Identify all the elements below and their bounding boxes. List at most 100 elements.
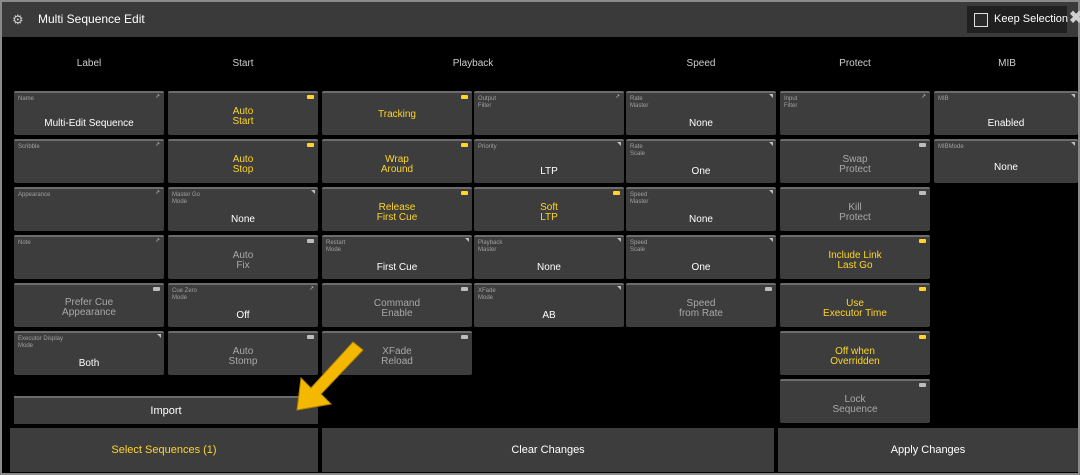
name-field-label: Name bbox=[18, 96, 35, 102]
cue-zero-mode-label: Cue Zero Mode bbox=[172, 288, 198, 301]
master-go-mode-value: None bbox=[231, 214, 255, 225]
corner-icon: ↗ bbox=[154, 190, 160, 196]
sequence-icon: ⚙ bbox=[12, 12, 24, 27]
playback-master-label: Playback Master bbox=[478, 240, 503, 253]
mib-label: MIB bbox=[938, 96, 949, 102]
wrap-around-label: Wrap Around bbox=[380, 154, 414, 175]
auto-fix-label: Auto Fix bbox=[232, 250, 254, 271]
dropdown-icon bbox=[1071, 142, 1075, 146]
corner-icon: ↗ bbox=[154, 142, 160, 148]
command-enable-button[interactable]: Command Enable bbox=[322, 283, 472, 327]
wrap-around-button[interactable]: Wrap Around bbox=[322, 139, 472, 183]
speed-from-rate-label: Speed from Rate bbox=[679, 298, 723, 319]
command-enable-label: Command Enable bbox=[373, 298, 421, 319]
master-go-mode-field[interactable]: Master Go Mode None bbox=[168, 187, 318, 231]
arrow-icon bbox=[296, 341, 364, 411]
priority-field[interactable]: Priority LTP bbox=[474, 139, 624, 183]
prefer-cue-appearance-button[interactable]: Prefer Cue Appearance bbox=[14, 283, 164, 327]
rate-scale-value: One bbox=[691, 166, 711, 177]
use-executor-time-label: Use Executor Time bbox=[823, 298, 887, 319]
dropdown-icon bbox=[617, 142, 621, 146]
rate-scale-field[interactable]: Rate Scale One bbox=[626, 139, 776, 183]
speed-scale-field[interactable]: Speed Scale One bbox=[626, 235, 776, 279]
mib-value: Enabled bbox=[987, 118, 1025, 129]
column-header-start: Start bbox=[232, 58, 254, 69]
keep-selection-toggle[interactable]: Keep Selection bbox=[967, 6, 1068, 33]
xfade-mode-label: XFade Mode bbox=[478, 288, 496, 301]
restart-mode-value: First Cue bbox=[376, 262, 418, 273]
auto-start-button[interactable]: Auto Start bbox=[168, 91, 318, 135]
swap-protect-button[interactable]: Swap Protect bbox=[780, 139, 930, 183]
note-field[interactable]: Note ↗ bbox=[14, 235, 164, 279]
restart-mode-field[interactable]: Restart Mode First Cue bbox=[322, 235, 472, 279]
toggle-led-icon bbox=[919, 191, 926, 195]
tracking-label: Tracking bbox=[378, 109, 416, 120]
playback-master-value: None bbox=[537, 262, 561, 273]
toggle-led-icon bbox=[153, 287, 160, 291]
output-filter-field[interactable]: Output Filter ↗ bbox=[474, 91, 624, 135]
kill-protect-button[interactable]: Kill Protect bbox=[780, 187, 930, 231]
release-first-cue-button[interactable]: Release First Cue bbox=[322, 187, 472, 231]
kill-protect-label: Kill Protect bbox=[839, 202, 871, 223]
rate-master-value: None bbox=[689, 118, 713, 129]
toggle-led-icon bbox=[461, 287, 468, 291]
name-field-value: Multi-Edit Sequence bbox=[44, 118, 134, 129]
clear-changes-button[interactable]: Clear Changes bbox=[322, 428, 774, 472]
cue-zero-mode-field[interactable]: Cue Zero Mode ↗ Off bbox=[168, 283, 318, 327]
speed-from-rate-button[interactable]: Speed from Rate bbox=[626, 283, 776, 327]
speed-master-field[interactable]: Speed Master None bbox=[626, 187, 776, 231]
input-filter-field[interactable]: Input Filter ↗ bbox=[780, 91, 930, 135]
mib-mode-field[interactable]: MIBMode None bbox=[934, 139, 1078, 183]
column-header-playback: Playback bbox=[452, 58, 494, 69]
column-header-label: Label bbox=[76, 58, 102, 69]
dropdown-icon bbox=[769, 190, 773, 194]
corner-icon: ↗ bbox=[308, 286, 314, 292]
select-sequences-button[interactable]: Select Sequences (1) bbox=[10, 428, 318, 472]
name-field[interactable]: Name ↗ Multi-Edit Sequence bbox=[14, 91, 164, 135]
corner-icon: ↗ bbox=[154, 238, 160, 244]
release-first-cue-label: Release First Cue bbox=[376, 202, 418, 223]
scribble-field-label: Scribble bbox=[18, 144, 40, 150]
include-link-last-go-button[interactable]: Include Link Last Go bbox=[780, 235, 930, 279]
toggle-led-icon bbox=[461, 95, 468, 99]
apply-changes-button[interactable]: Apply Changes bbox=[778, 428, 1078, 472]
rate-master-label: Rate Master bbox=[630, 96, 649, 109]
speed-master-label: Speed Master bbox=[630, 192, 649, 205]
column-header-speed: Speed bbox=[686, 58, 716, 69]
off-when-overridden-button[interactable]: Off when Overridden bbox=[780, 331, 930, 375]
use-executor-time-button[interactable]: Use Executor Time bbox=[780, 283, 930, 327]
toggle-led-icon bbox=[307, 95, 314, 99]
toggle-led-icon bbox=[919, 335, 926, 339]
toggle-led-icon bbox=[613, 191, 620, 195]
toggle-led-icon bbox=[461, 143, 468, 147]
keep-selection-label: Keep Selection bbox=[994, 13, 1068, 25]
executor-display-mode-field[interactable]: Executor Display Mode Both bbox=[14, 331, 164, 375]
xfade-mode-field[interactable]: XFade Mode AB bbox=[474, 283, 624, 327]
executor-display-mode-label: Executor Display Mode bbox=[18, 336, 64, 349]
speed-scale-label: Speed Scale bbox=[630, 240, 648, 253]
auto-stop-button[interactable]: Auto Stop bbox=[168, 139, 318, 183]
close-icon[interactable]: ✖ bbox=[1069, 8, 1080, 28]
dropdown-icon bbox=[157, 334, 161, 338]
auto-fix-button[interactable]: Auto Fix bbox=[168, 235, 318, 279]
appearance-field[interactable]: Appearance ↗ bbox=[14, 187, 164, 231]
lock-sequence-button[interactable]: Lock Sequence bbox=[780, 379, 930, 423]
soft-ltp-label: Soft LTP bbox=[540, 202, 558, 223]
scribble-field[interactable]: Scribble ↗ bbox=[14, 139, 164, 183]
dropdown-icon bbox=[465, 238, 469, 242]
import-button[interactable]: Import bbox=[14, 396, 318, 424]
keep-selection-checkbox[interactable] bbox=[974, 13, 988, 27]
lock-sequence-label: Lock Sequence bbox=[832, 394, 878, 415]
priority-value: LTP bbox=[540, 166, 558, 177]
toggle-led-icon bbox=[919, 287, 926, 291]
master-go-mode-label: Master Go Mode bbox=[172, 192, 201, 205]
soft-ltp-button[interactable]: Soft LTP bbox=[474, 187, 624, 231]
tracking-button[interactable]: Tracking bbox=[322, 91, 472, 135]
toggle-led-icon bbox=[765, 287, 772, 291]
dropdown-icon bbox=[769, 94, 773, 98]
playback-master-field[interactable]: Playback Master None bbox=[474, 235, 624, 279]
appearance-field-label: Appearance bbox=[18, 192, 51, 198]
off-when-overridden-label: Off when Overridden bbox=[830, 346, 880, 367]
rate-master-field[interactable]: Rate Master None bbox=[626, 91, 776, 135]
mib-field[interactable]: MIB Enabled bbox=[934, 91, 1078, 135]
